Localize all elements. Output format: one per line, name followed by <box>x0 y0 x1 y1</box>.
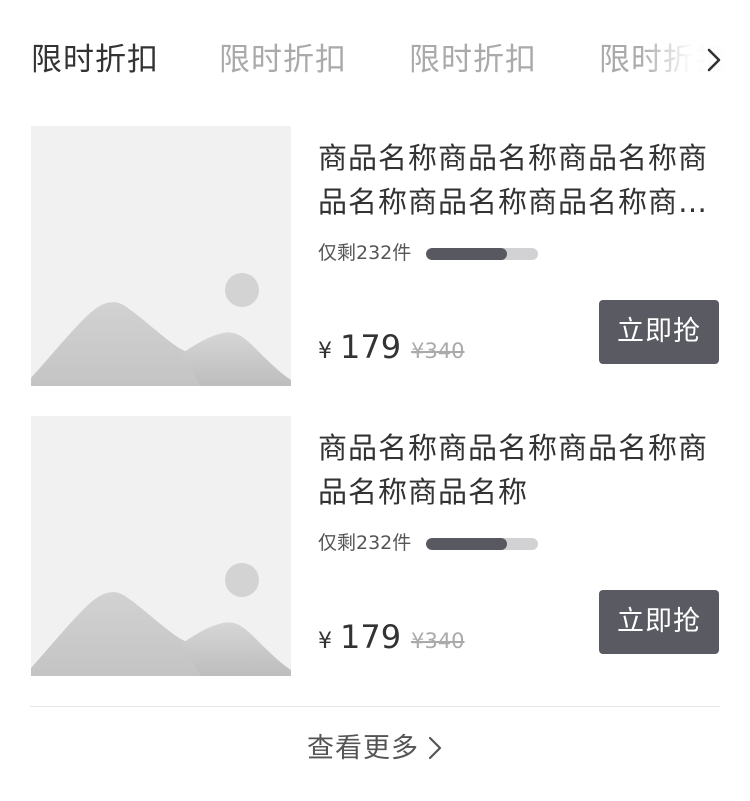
tab-1[interactable]: 限时折扣 <box>31 39 159 81</box>
original-price: ¥340 <box>411 339 465 363</box>
product-title[interactable]: 商品名称商品名称商品名称商品名称商品名称 <box>318 426 718 514</box>
tab-fade-overlay <box>640 30 750 90</box>
tab-2[interactable]: 限时折扣 <box>219 39 347 81</box>
product-card[interactable]: 商品名称商品名称商品名称商品名称商品名称 仅剩232件 ¥179 ¥340 立即抢 <box>31 416 721 676</box>
buy-now-button[interactable]: 立即抢 <box>599 300 719 364</box>
image-placeholder-icon <box>31 126 291 386</box>
buy-now-button[interactable]: 立即抢 <box>599 590 719 654</box>
stock-progress-fill <box>426 538 507 550</box>
chevron-right-icon <box>428 736 442 759</box>
stock-remaining: 仅剩232件 <box>318 242 412 264</box>
view-more-link[interactable]: 查看更多 <box>0 728 750 770</box>
stock-progress-bar <box>426 248 538 260</box>
sale-price: 179 <box>340 618 402 656</box>
stock-remaining: 仅剩232件 <box>318 532 412 554</box>
image-placeholder-icon <box>31 416 291 676</box>
view-more-label: 查看更多 <box>307 733 419 764</box>
chevron-right-icon[interactable] <box>702 46 728 74</box>
sale-price: 179 <box>340 328 402 366</box>
currency-symbol: ¥ <box>318 629 332 654</box>
product-title[interactable]: 商品名称商品名称商品名称商品名称商品名称商品名称商品名称商品名称 <box>318 136 718 224</box>
price-row: ¥179 ¥340 <box>318 328 465 374</box>
product-card[interactable]: 商品名称商品名称商品名称商品名称商品名称商品名称商品名称商品名称 仅剩232件 … <box>31 126 721 386</box>
divider <box>30 706 720 707</box>
stock-progress-fill <box>426 248 507 260</box>
tab-bar: 限时折扣 限时折扣 限时折扣 限时折扣 <box>0 0 750 120</box>
tab-3[interactable]: 限时折扣 <box>409 39 537 81</box>
price-row: ¥179 ¥340 <box>318 618 465 664</box>
currency-symbol: ¥ <box>318 339 332 364</box>
original-price: ¥340 <box>411 629 465 653</box>
stock-progress-bar <box>426 538 538 550</box>
